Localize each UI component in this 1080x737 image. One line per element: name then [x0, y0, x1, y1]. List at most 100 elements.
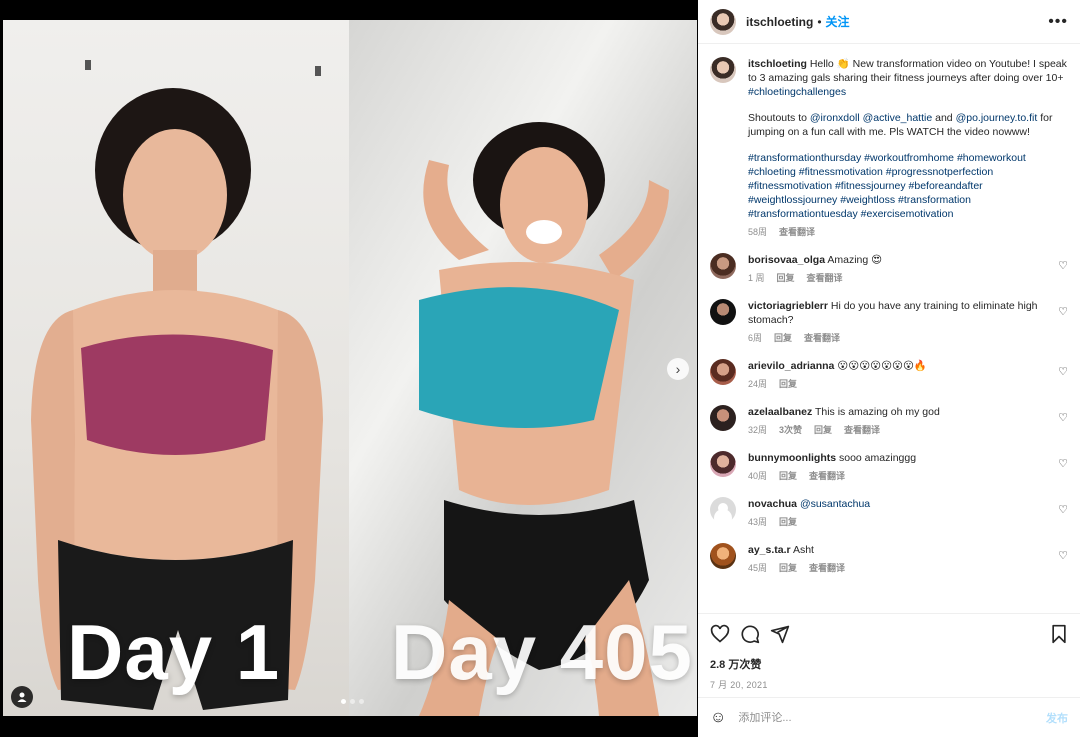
reply-button[interactable]: 回复 [779, 377, 797, 391]
reply-button[interactable]: 回复 [779, 515, 797, 529]
post-comment-button[interactable]: 发布 [1046, 710, 1068, 726]
carousel-next-button[interactable]: › [667, 358, 689, 380]
commenter-avatar[interactable] [710, 359, 736, 385]
see-translation-link[interactable]: 查看翻译 [779, 225, 815, 239]
reply-button[interactable]: 回复 [774, 331, 792, 345]
hashtag-link[interactable]: #chloeting [748, 166, 796, 178]
hashtag-link[interactable]: #exercisemotivation [861, 208, 954, 220]
comment-text: This is amazing oh my god [814, 406, 940, 418]
commenter-username[interactable]: arievilo_adrianna [748, 360, 834, 372]
commenter-username[interactable]: ay_s.ta.r [748, 544, 791, 556]
hashtag-link[interactable]: #fitnessjourney [835, 180, 906, 192]
comment-bubble-icon[interactable] [740, 624, 760, 644]
commenter-avatar[interactable] [710, 451, 736, 477]
carousel-dot [350, 699, 355, 704]
comment-composer: ☺ 发布 [698, 697, 1080, 737]
comment-item: novachua @susantachua 43周 回复 ♡ [710, 497, 1068, 529]
see-translation-link[interactable]: 查看翻译 [809, 469, 845, 483]
post-media: Day 1 Day 405 › [0, 0, 698, 737]
before-label: Day 1 [67, 608, 281, 696]
hashtag-link[interactable]: #beforeandafter [909, 180, 983, 192]
post-header: itschloeting • 关注 ••• [698, 0, 1080, 44]
hashtag-link[interactable]: #transformationthursday [748, 152, 861, 164]
comment-time[interactable]: 43周 [748, 515, 767, 529]
commenter-avatar[interactable] [710, 405, 736, 431]
reply-button[interactable]: 回复 [777, 271, 795, 285]
see-translation-link[interactable]: 查看翻译 [804, 331, 840, 345]
commenter-username[interactable]: bunnymoonlights [748, 452, 836, 464]
more-options-icon[interactable]: ••• [1048, 13, 1068, 31]
comment-input[interactable] [738, 711, 1046, 724]
commenter-avatar[interactable] [710, 253, 736, 279]
tagged-users-button[interactable] [11, 686, 33, 708]
follow-button[interactable]: 关注 [826, 13, 850, 30]
commenter-avatar[interactable] [710, 299, 736, 325]
hashtag-link[interactable]: #transformationtuesday [748, 208, 858, 220]
hashtag-link[interactable]: #fitnessmotivation [799, 166, 883, 178]
hashtag-link[interactable]: #homeworkout [957, 152, 1026, 164]
separator-dot: • [817, 14, 822, 29]
caption: itschloeting Hello 👏 New transformation … [710, 57, 1068, 239]
comment-time[interactable]: 32周 [748, 423, 767, 437]
likes-count[interactable]: 2.8 万次赞 [710, 656, 1068, 672]
caption-text: Shoutouts to [748, 112, 810, 124]
like-comment-heart-icon[interactable]: ♡ [1058, 305, 1068, 318]
mention-link[interactable]: @po.journey.to.fit [956, 112, 1038, 124]
caption-username[interactable]: itschloeting [748, 58, 807, 70]
author-avatar[interactable] [710, 8, 736, 35]
comment-item: arievilo_adrianna 😮😮😮😮😮😮😮🔥 24周 回复 ♡ [710, 359, 1068, 391]
hashtag-link[interactable]: #transformation [898, 194, 971, 206]
comment-time[interactable]: 40周 [748, 469, 767, 483]
comment-text: 😮😮😮😮😮😮😮🔥 [837, 360, 927, 372]
caption-time[interactable]: 58周 [748, 225, 767, 239]
post-date[interactable]: 7 月 20, 2021 [710, 678, 1068, 691]
comment-time[interactable]: 1 周 [748, 271, 765, 285]
hashtag-link[interactable]: #fitnessmotivation [748, 180, 832, 192]
like-heart-icon[interactable] [710, 624, 730, 644]
carousel-image[interactable]: Day 1 Day 405 › [3, 20, 697, 716]
author-username[interactable]: itschloeting [746, 15, 813, 29]
hashtag-link[interactable]: #progressnotperfection [886, 166, 993, 178]
commenter-username[interactable]: victoriagrieblerr [748, 300, 828, 312]
user-icon [17, 692, 27, 702]
default-avatar[interactable] [710, 497, 736, 523]
like-comment-heart-icon[interactable]: ♡ [1058, 411, 1068, 424]
share-send-icon[interactable] [770, 624, 790, 644]
emoji-smile-icon[interactable]: ☺ [710, 709, 726, 727]
commenter-username[interactable]: azelaalbanez [748, 406, 812, 418]
commenter-username[interactable]: novachua [748, 498, 797, 510]
like-comment-heart-icon[interactable]: ♡ [1058, 549, 1068, 562]
author-avatar[interactable] [710, 57, 736, 83]
comment-item: borisovaa_olga Amazing 😍 1 周 回复 查看翻译 ♡ [710, 253, 1068, 285]
hashtag-link[interactable]: #chloetingchallenges [748, 86, 846, 98]
reply-button[interactable]: 回复 [814, 423, 832, 437]
mention-link[interactable]: @ironxdoll [810, 112, 860, 124]
hashtag-link[interactable]: #weightloss [840, 194, 895, 206]
comment-like-count[interactable]: 3次赞 [779, 423, 802, 437]
reply-button[interactable]: 回复 [779, 469, 797, 483]
see-translation-link[interactable]: 查看翻译 [809, 561, 845, 575]
comment-time[interactable]: 24周 [748, 377, 767, 391]
like-comment-heart-icon[interactable]: ♡ [1058, 259, 1068, 272]
bookmark-icon[interactable] [1050, 624, 1068, 644]
like-comment-heart-icon[interactable]: ♡ [1058, 503, 1068, 516]
like-comment-heart-icon[interactable]: ♡ [1058, 457, 1068, 470]
comment-text: sooo amazinggg [839, 452, 917, 464]
see-translation-link[interactable]: 查看翻译 [807, 271, 843, 285]
hashtag-link[interactable]: #weightlossjourney [748, 194, 837, 206]
mention-link[interactable]: @active_hattie [863, 112, 933, 124]
carousel-dot [359, 699, 364, 704]
see-translation-link[interactable]: 查看翻译 [844, 423, 880, 437]
caption-text: and [935, 112, 953, 124]
like-comment-heart-icon[interactable]: ♡ [1058, 365, 1068, 378]
mention-link[interactable]: @susantachua [800, 498, 870, 510]
commenter-username[interactable]: borisovaa_olga [748, 254, 825, 266]
comment-time[interactable]: 6周 [748, 331, 762, 345]
comments-list[interactable]: itschloeting Hello 👏 New transformation … [698, 45, 1080, 613]
reply-button[interactable]: 回复 [779, 561, 797, 575]
comment-time[interactable]: 45周 [748, 561, 767, 575]
comment-item: azelaalbanez This is amazing oh my god 3… [710, 405, 1068, 437]
commenter-avatar[interactable] [710, 543, 736, 569]
hashtag-link[interactable]: #workoutfromhome [864, 152, 954, 164]
comment-text: Amazing 😍 [827, 254, 883, 266]
